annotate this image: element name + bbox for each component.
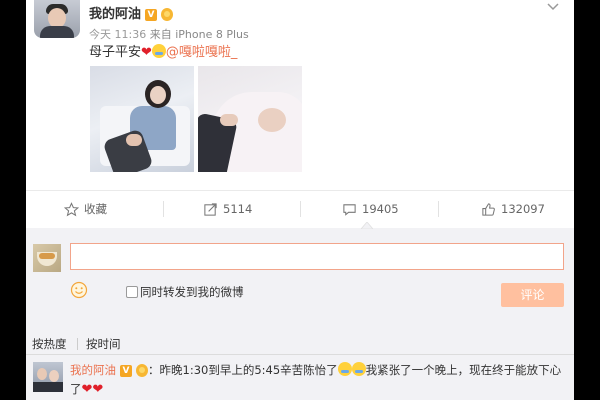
comment-pointer <box>361 222 373 229</box>
comment-item: 我的阿油 V ：昨晚1:30到早上的5:45辛苦陈怡了 我紧张了一个晚上，现在终于能放… <box>70 361 568 399</box>
crying-emoji-icon <box>151 44 166 58</box>
verified-badge-icon: V <box>120 364 132 377</box>
action-separator <box>438 201 439 217</box>
favorite-label: 收藏 <box>84 202 107 216</box>
post-mention-link[interactable]: @嘎啦嘎啦_ <box>166 45 238 60</box>
chevron-down-icon[interactable] <box>546 2 560 12</box>
like-button[interactable]: 132097 <box>481 199 545 219</box>
smile-icon[interactable] <box>70 281 88 299</box>
medal-icon <box>161 8 174 21</box>
sort-by-hot-tab[interactable]: 按热度 <box>32 336 67 352</box>
my-avatar[interactable] <box>33 244 61 272</box>
post-text: 母子平安❤ @嘎啦嘎啦_ <box>89 41 237 60</box>
comment-icon <box>343 203 356 216</box>
post-source-prefix: 来自 <box>149 28 172 41</box>
favorite-button[interactable]: 收藏 <box>64 199 107 219</box>
heart-icon: ❤ <box>92 382 104 397</box>
crying-emoji-icon <box>337 362 352 376</box>
share-icon <box>204 202 217 216</box>
comment-author-name[interactable]: 我的阿油 <box>70 363 116 377</box>
verified-badge-icon: V <box>145 8 158 21</box>
post-author-line: 我的阿油 V <box>89 3 174 22</box>
post-text-body: 母子平安 <box>89 45 142 60</box>
author-avatar[interactable] <box>34 0 80 38</box>
heart-icon: ❤ <box>81 382 93 397</box>
comment-input[interactable] <box>70 243 564 270</box>
comment-author-avatar[interactable] <box>33 362 63 392</box>
repost-count: 5114 <box>223 202 253 216</box>
repost-checkbox[interactable] <box>126 286 138 298</box>
post-meta: 今天 11:36 来自 iPhone 8 Plus <box>89 26 249 42</box>
repost-button[interactable]: 5114 <box>203 199 252 219</box>
action-separator <box>300 201 301 217</box>
divider <box>26 354 574 355</box>
action-separator <box>163 201 164 217</box>
comment-button[interactable]: 19405 <box>342 199 399 219</box>
comment-text-part1: ：昨晚1:30到早上的5:45辛苦陈怡了 <box>148 363 338 377</box>
sort-by-time-tab[interactable]: 按时间 <box>86 336 121 352</box>
like-count: 132097 <box>501 202 545 216</box>
post-time[interactable]: 今天 11:36 <box>89 28 146 41</box>
comment-count: 19405 <box>362 202 399 216</box>
star-icon <box>64 201 79 216</box>
sort-separator <box>77 338 78 350</box>
divider <box>26 190 574 191</box>
crying-emoji-icon <box>351 362 366 376</box>
repost-checkbox-label[interactable]: 同时转发到我的微博 <box>140 284 244 300</box>
post-photo-baby[interactable] <box>198 66 302 172</box>
heart-icon: ❤ <box>141 45 152 60</box>
submit-comment-button[interactable]: 评论 <box>501 283 564 307</box>
thumbs-up-icon <box>482 202 495 216</box>
post-source[interactable]: iPhone 8 Plus <box>175 28 249 41</box>
post-author-name[interactable]: 我的阿油 <box>89 7 141 22</box>
weibo-post-card: 我的阿油 V 今天 11:36 来自 iPhone 8 Plus 母子平安❤ @嘎啦… <box>26 0 574 400</box>
post-photo-mother[interactable] <box>90 66 194 172</box>
medal-icon <box>136 364 148 377</box>
